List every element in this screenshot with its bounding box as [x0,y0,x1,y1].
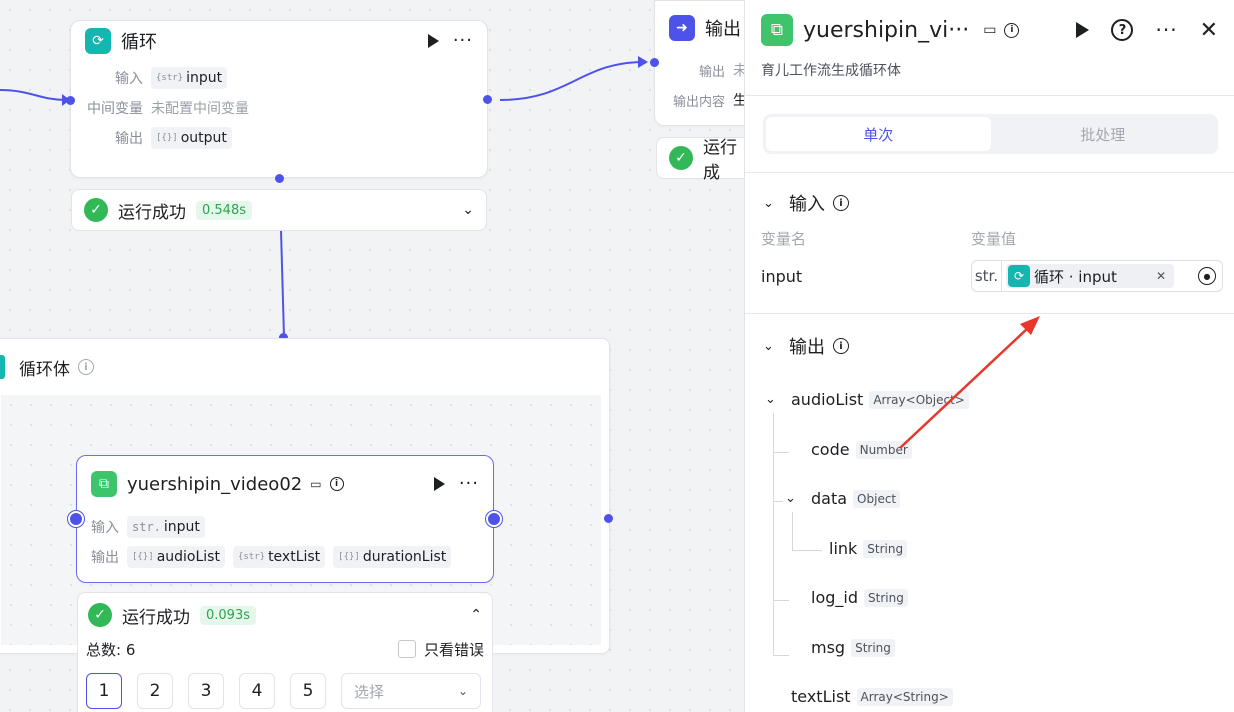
loop-mid-row: 中间变量 未配置中间变量 [87,101,249,117]
duration-badge: 0.093s [200,605,256,625]
chevron-down-icon[interactable]: ⌄ [462,202,474,218]
tree-node: log_id String [811,588,908,607]
loop-icon: ⟳ [85,28,111,54]
info-icon[interactable]: i [329,477,344,491]
run-icon[interactable] [427,34,439,48]
chevron-down-icon: ⌄ [785,491,796,506]
loop-node-title: 循环 [121,32,157,53]
video-status: ✓ 运行成功 0.093s ⌃ 总数: 6 只看错误 1 2 3 4 5 选择 … [77,592,493,712]
loop-in-port[interactable] [66,96,75,105]
video-node[interactable]: ⧉ yuershipin_video02 ▭ i ··· 输入 str. inpu… [76,455,494,583]
chevron-down-icon: ⌄ [457,684,468,698]
loop-status[interactable]: ✓ 运行成功 0.548s ⌄ [71,189,487,231]
video-in-port[interactable] [68,511,84,527]
output-in-port[interactable] [650,58,659,67]
edge-arrow [638,56,648,68]
video-output-row: 输出 [{}] audioList {str} textList [{}] durat… [77,542,493,572]
tree-node[interactable]: ⌄ audioList Array<Object> [765,390,969,409]
edge-loop-body [280,229,285,338]
loop-body-out-port[interactable] [604,514,613,523]
workflow-canvas[interactable]: ⟳ 循环 ··· 输入 {str} input 中间变量 未配置中间变量 输出 [… [0,0,744,712]
output-node[interactable]: ➜ 输出 输出 未 输出内容 生 [654,0,744,126]
tree-node: link String [829,539,908,558]
tree-node: code Number [811,440,912,459]
page-select[interactable]: 选择 ⌄ [341,673,481,709]
page-button[interactable]: 3 [188,673,224,709]
page-button[interactable]: 4 [239,673,275,709]
loop-bottom-port[interactable] [275,174,284,183]
tree-node: msg String [811,638,895,657]
duration-badge: 0.548s [196,200,252,220]
loop-out-port[interactable] [483,95,492,104]
errors-only-checkbox[interactable] [397,640,416,658]
plugin-icon: ⧉ [91,471,117,497]
output-tree: ⌄ audioList Array<Object> code Number ⌄ … [745,0,1234,712]
chevron-up-icon[interactable]: ⌃ [470,607,482,623]
loop-output-row: 输出 [{}] output [71,123,487,153]
loop-node[interactable]: ⟳ 循环 ··· 输入 {str} input 中间变量 未配置中间变量 输出 [… [70,20,488,178]
more-icon[interactable]: ··· [459,475,479,493]
pagination: 1 2 3 4 5 选择 ⌄ [78,661,492,709]
video-input-row: 输入 str. input [77,512,493,542]
loop-input-tag: {str} input [151,67,228,89]
success-icon: ✓ [84,198,108,222]
output-status[interactable]: ✓ 运行成 [656,137,744,183]
more-icon[interactable]: ··· [453,32,473,50]
node-detail-panel: ⧉ yuershipin_vi··· ▭ i ? ··· ✕ 育儿工作流生成循环… [744,0,1234,712]
info-icon[interactable]: i [78,359,94,375]
chevron-down-icon: ⌄ [765,392,776,407]
tree-node: textList Array<String> [791,687,953,706]
plugin-store-icon: ▭ [310,477,322,491]
page-button[interactable]: 1 [86,673,122,709]
page-button[interactable]: 2 [137,673,173,709]
loop-output-tag: [{}] output [151,127,232,149]
loop-node-header: ⟳ 循环 ··· [71,21,487,61]
page-button[interactable]: 5 [290,673,326,709]
tree-node[interactable]: ⌄ data Object [785,489,901,508]
edge-in-loop [0,89,67,101]
edge-loop-output [499,61,645,101]
loop-input-row: 输入 {str} input [71,63,487,93]
output-node-icon: ➜ [669,15,695,41]
loop-body-title: 循环体 [19,359,70,380]
success-icon: ✓ [88,603,112,627]
video-out-port[interactable] [486,511,502,527]
total-count: 总数: 6 [86,640,136,659]
loop-body-icon [0,355,5,379]
success-icon: ✓ [669,146,693,170]
run-icon[interactable] [433,477,445,491]
